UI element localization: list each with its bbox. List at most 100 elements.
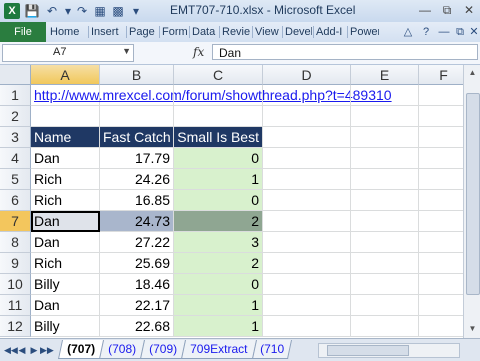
redo-icon[interactable]: ↷ [74,3,90,19]
cell-c10[interactable]: 0 [174,274,263,295]
cell-e7[interactable] [351,211,419,232]
cell-f8[interactable] [419,232,469,253]
tab-review[interactable]: Revie [222,22,251,42]
cell-e3[interactable] [351,127,419,148]
row-header-7[interactable]: 7 [0,211,31,232]
cell-d7[interactable] [263,211,351,232]
undo-icon[interactable]: ↶ [44,3,60,19]
row-header-4[interactable]: 4 [0,148,31,169]
cell-b7[interactable]: 24.73 [100,211,174,232]
cell-c11[interactable]: 1 [174,295,263,316]
column-header-e[interactable]: E [351,65,419,85]
tab-home[interactable]: Home [50,22,86,42]
cell-f1[interactable] [419,85,469,106]
sheet-tab-707[interactable]: (707) [57,340,105,359]
row-header-3[interactable]: 3 [0,127,31,148]
cell-a4[interactable]: Dan [31,148,100,169]
cell-e2[interactable] [351,106,419,127]
column-header-b[interactable]: B [100,65,174,85]
sheet-tab-708[interactable]: (708) [98,340,146,359]
first-sheet-icon[interactable]: ◀◀ [4,343,18,357]
row-header-10[interactable]: 10 [0,274,31,295]
tab-formulas[interactable]: Form [162,22,188,42]
cell-d4[interactable] [263,148,351,169]
cell-f4[interactable] [419,148,469,169]
cell-c2[interactable] [174,106,263,127]
cell-c9[interactable]: 2 [174,253,263,274]
tab-power[interactable]: Power [350,22,379,42]
row-header-12[interactable]: 12 [0,316,31,337]
row-header-1[interactable]: 1 [0,85,31,106]
cell-e6[interactable] [351,190,419,211]
cell-e8[interactable] [351,232,419,253]
cell-c6[interactable]: 0 [174,190,263,211]
cell-b9[interactable]: 25.69 [100,253,174,274]
cell-f5[interactable] [419,169,469,190]
cell-f7[interactable] [419,211,469,232]
vertical-scrollbar[interactable]: ▲ ▼ [463,65,480,338]
cell-b12[interactable]: 22.68 [100,316,174,337]
cell-e4[interactable] [351,148,419,169]
cell-d9[interactable] [263,253,351,274]
column-header-f[interactable]: F [419,65,469,85]
column-header-a[interactable]: A [31,65,100,85]
quick-access-icon[interactable]: ▩ [110,3,126,19]
cell-c7[interactable]: 2 [174,211,263,232]
cell-f11[interactable] [419,295,469,316]
row-header-8[interactable]: 8 [0,232,31,253]
cell-b11[interactable]: 22.17 [100,295,174,316]
tab-file[interactable]: File [0,22,46,42]
horizontal-scroll-thumb[interactable] [327,345,409,356]
cell-b8[interactable]: 27.22 [100,232,174,253]
cell-d2[interactable] [263,106,351,127]
customize-qat-icon[interactable]: ▾ [128,3,144,19]
tab-page[interactable]: Page [129,22,157,42]
cell-b1[interactable] [100,85,174,106]
minimize-icon[interactable]: — [415,2,435,18]
cell-d12[interactable] [263,316,351,337]
cell-b2[interactable] [100,106,174,127]
minimize-window-icon[interactable]: — [436,24,452,40]
scroll-down-icon[interactable]: ▼ [467,323,478,335]
close-icon[interactable]: ✕ [459,2,479,18]
close-workbook-icon[interactable]: ✕ [466,24,480,40]
cell-d8[interactable] [263,232,351,253]
next-sheet-icon[interactable]: ▶ [28,343,40,357]
help-icon[interactable]: ? [418,24,434,40]
cell-c5[interactable]: 1 [174,169,263,190]
cell-e9[interactable] [351,253,419,274]
quick-access-icon[interactable]: ▦ [92,3,108,19]
scroll-thumb[interactable] [466,93,480,295]
cell-a5[interactable]: Rich [31,169,100,190]
excel-icon[interactable]: X [4,3,20,19]
cell-a1[interactable]: http://www.mrexcel.com/forum/showthread.… [31,85,392,106]
cell-b6[interactable]: 16.85 [100,190,174,211]
cell-a3[interactable]: Name [31,127,100,148]
row-header-9[interactable]: 9 [0,253,31,274]
cell-d5[interactable] [263,169,351,190]
save-icon[interactable]: 💾 [24,3,40,19]
row-header-5[interactable]: 5 [0,169,31,190]
cell-d3[interactable] [263,127,351,148]
cell-f3[interactable] [419,127,469,148]
cell-d10[interactable] [263,274,351,295]
cell-e10[interactable] [351,274,419,295]
cell-b5[interactable]: 24.26 [100,169,174,190]
cell-f6[interactable] [419,190,469,211]
formula-input[interactable]: Dan [212,44,478,60]
cell-a6[interactable]: Rich [31,190,100,211]
tab-add-ins[interactable]: Add-I [316,22,346,42]
sheet-tab-710[interactable]: (710 [251,340,293,359]
cell-e5[interactable] [351,169,419,190]
cell-a2[interactable] [31,106,100,127]
cell-f12[interactable] [419,316,469,337]
cell-c4[interactable]: 0 [174,148,263,169]
sheet-tab-709[interactable]: (709) [139,340,187,359]
cell-f9[interactable] [419,253,469,274]
cell-d6[interactable] [263,190,351,211]
cell-d1[interactable] [263,85,351,106]
tab-developer[interactable]: Devel [285,22,312,42]
sheet-tab-709extract[interactable]: 709Extract [180,340,258,359]
cell-a11[interactable]: Dan [31,295,100,316]
cell-c3[interactable]: Small Is Best [174,127,263,148]
